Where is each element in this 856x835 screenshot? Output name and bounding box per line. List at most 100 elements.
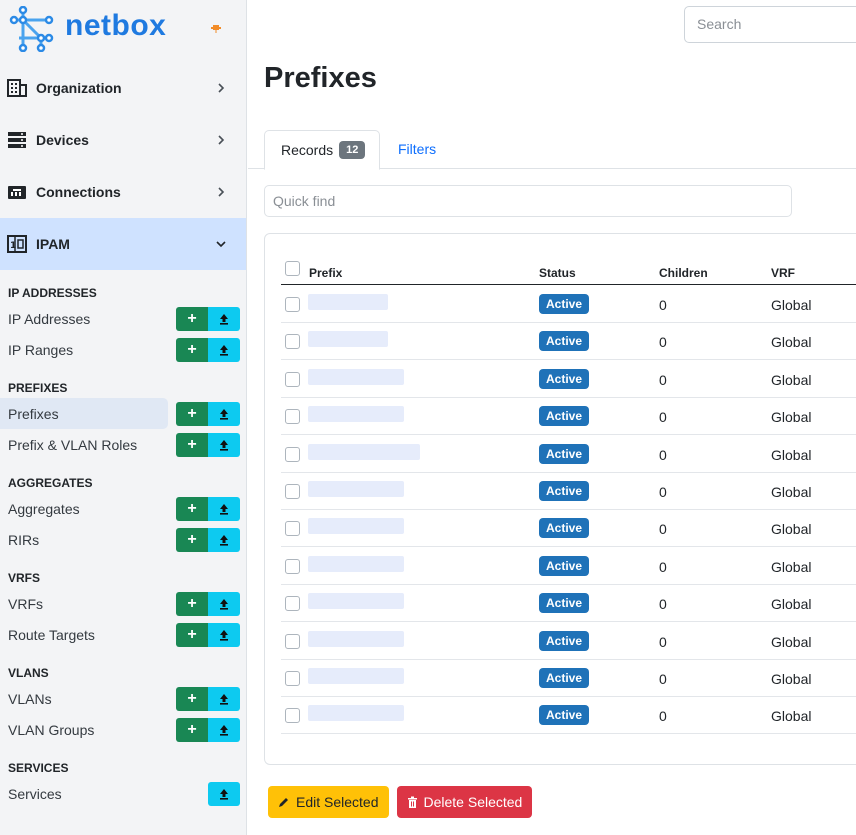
prefix-link-redacted[interactable] xyxy=(308,481,404,497)
table-row[interactable]: Active 0 Global xyxy=(281,510,856,548)
nav-organization[interactable]: Organization xyxy=(0,62,246,114)
brand-name[interactable]: netbox xyxy=(65,9,166,43)
import-prefixes-button[interactable] xyxy=(208,402,240,426)
prefix-link-redacted[interactable] xyxy=(308,331,388,348)
row-checkbox[interactable] xyxy=(285,371,300,387)
add-vrf-button[interactable]: + xyxy=(176,592,208,616)
svg-text:1: 1 xyxy=(10,241,16,251)
table-row[interactable]: Active 0 Global xyxy=(281,398,856,436)
vrf-value: Global xyxy=(771,409,812,426)
import-route-targets-button[interactable] xyxy=(208,623,240,647)
menu-prefix-vlan-roles-label: Prefix & VLAN Roles xyxy=(8,436,138,453)
import-roles-button[interactable] xyxy=(208,433,240,457)
row-checkbox[interactable] xyxy=(285,446,300,462)
add-vlan-group-button[interactable]: + xyxy=(176,718,208,742)
row-checkbox[interactable] xyxy=(285,484,300,499)
column-header-vrf[interactable]: VRF xyxy=(771,266,795,280)
add-vlan-button[interactable]: + xyxy=(176,687,208,711)
row-checkbox[interactable] xyxy=(285,671,300,686)
add-route-target-button[interactable]: + xyxy=(176,623,208,647)
menu-ip-ranges[interactable]: IP Ranges + xyxy=(0,334,246,365)
add-ip-range-button[interactable]: + xyxy=(176,338,208,362)
prefix-link-redacted[interactable] xyxy=(308,518,404,535)
add-aggregate-button[interactable]: + xyxy=(176,497,208,521)
column-header-status[interactable]: Status xyxy=(539,266,576,280)
prefix-link-redacted[interactable] xyxy=(308,630,404,647)
menu-vlan-groups[interactable]: VLAN Groups + xyxy=(0,714,246,745)
pin-icon[interactable] xyxy=(210,22,222,34)
quick-find-input[interactable]: Quick find xyxy=(264,185,792,217)
menu-route-targets[interactable]: Route Targets + xyxy=(0,619,246,650)
prefix-link-redacted[interactable] xyxy=(308,555,404,572)
row-checkbox[interactable] xyxy=(285,596,300,612)
table-row[interactable]: Active 0 Global xyxy=(281,473,856,510)
table-row[interactable]: Active 0 Global xyxy=(281,585,856,623)
import-rirs-button[interactable] xyxy=(208,528,240,552)
menu-vlans[interactable]: VLANs + xyxy=(0,683,246,714)
delete-selected-button[interactable]: Delete Selected xyxy=(396,786,533,818)
status-badge: Active xyxy=(539,630,590,651)
prefixes-table-card: Prefix Status Children VRF Active 0 Global… xyxy=(264,233,856,765)
row-checkbox[interactable] xyxy=(285,558,300,574)
vrf-value: Global xyxy=(771,708,812,725)
table-row[interactable]: Active 0 Global xyxy=(281,548,856,585)
prefix-link-redacted[interactable] xyxy=(308,668,404,684)
column-header-children[interactable]: Children xyxy=(659,266,708,280)
status-badge: Active xyxy=(539,518,590,539)
menu-prefix-vlan-roles[interactable]: Prefix & VLAN Roles + xyxy=(0,429,246,460)
nav-ipam[interactable]: 1 IPAM xyxy=(0,218,246,270)
menu-aggregates[interactable]: Aggregates + xyxy=(0,493,246,524)
import-ip-addresses-button[interactable] xyxy=(208,307,240,331)
prefix-link-redacted[interactable] xyxy=(308,406,404,423)
search-input[interactable]: Search xyxy=(684,6,856,43)
prefix-link-redacted[interactable] xyxy=(308,705,404,722)
prefix-link-redacted[interactable] xyxy=(308,294,388,310)
table-row[interactable]: Active 0 Global xyxy=(281,436,856,473)
table-row[interactable]: Active 0 Global xyxy=(281,660,856,697)
prefix-link-redacted[interactable] xyxy=(308,443,420,460)
bulk-actions: Edit Selected Delete Selected xyxy=(268,786,533,818)
menu-vrfs[interactable]: VRFs + xyxy=(0,588,246,619)
edit-selected-button[interactable]: Edit Selected xyxy=(268,786,389,818)
children-count: 0 xyxy=(659,409,667,426)
add-ip-address-button[interactable]: + xyxy=(176,307,208,331)
table-row[interactable]: Active 0 Global xyxy=(281,286,856,323)
column-header-prefix[interactable]: Prefix xyxy=(309,266,342,280)
row-checkbox[interactable] xyxy=(285,409,300,425)
row-checkbox[interactable] xyxy=(285,297,300,312)
import-vrfs-button[interactable] xyxy=(208,592,240,616)
row-checkbox[interactable] xyxy=(285,334,300,350)
menu-ip-addresses[interactable]: IP Addresses + xyxy=(0,303,246,334)
table-row[interactable]: Active 0 Global xyxy=(281,361,856,398)
row-checkbox[interactable] xyxy=(285,708,300,724)
row-checkbox[interactable] xyxy=(285,521,300,537)
nav-connections[interactable]: Connections xyxy=(0,166,246,218)
children-count: 0 xyxy=(659,521,667,538)
select-all-checkbox[interactable] xyxy=(285,261,300,276)
prefix-link-redacted[interactable] xyxy=(308,368,404,385)
menu-rirs[interactable]: RIRs + xyxy=(0,524,246,555)
prefix-link-redacted[interactable] xyxy=(308,593,404,610)
add-role-button[interactable]: + xyxy=(176,433,208,457)
table-row[interactable]: Active 0 Global xyxy=(281,623,856,660)
ethernet-icon xyxy=(7,182,27,202)
table-row[interactable]: Active 0 Global xyxy=(281,323,856,361)
import-aggregates-button[interactable] xyxy=(208,497,240,521)
add-rir-button[interactable]: + xyxy=(176,528,208,552)
import-ip-ranges-button[interactable] xyxy=(208,338,240,362)
plus-icon: + xyxy=(187,310,197,327)
children-count: 0 xyxy=(659,371,667,388)
import-services-button[interactable] xyxy=(208,782,240,806)
add-prefix-button[interactable]: + xyxy=(176,402,208,426)
import-vlan-groups-button[interactable] xyxy=(208,718,240,742)
menu-services[interactable]: Services xyxy=(0,778,246,809)
table-row[interactable]: Active 0 Global xyxy=(281,697,856,735)
row-checkbox[interactable] xyxy=(285,633,300,649)
plus-icon: + xyxy=(187,436,197,453)
tab-filters[interactable]: Filters xyxy=(398,141,436,157)
nav-devices[interactable]: Devices xyxy=(0,114,246,166)
import-vlans-button[interactable] xyxy=(208,687,240,711)
menu-prefixes[interactable]: Prefixes + xyxy=(0,398,240,429)
tab-records[interactable]: Records 12 xyxy=(264,130,380,170)
menu-rirs-label: RIRs xyxy=(8,531,40,548)
